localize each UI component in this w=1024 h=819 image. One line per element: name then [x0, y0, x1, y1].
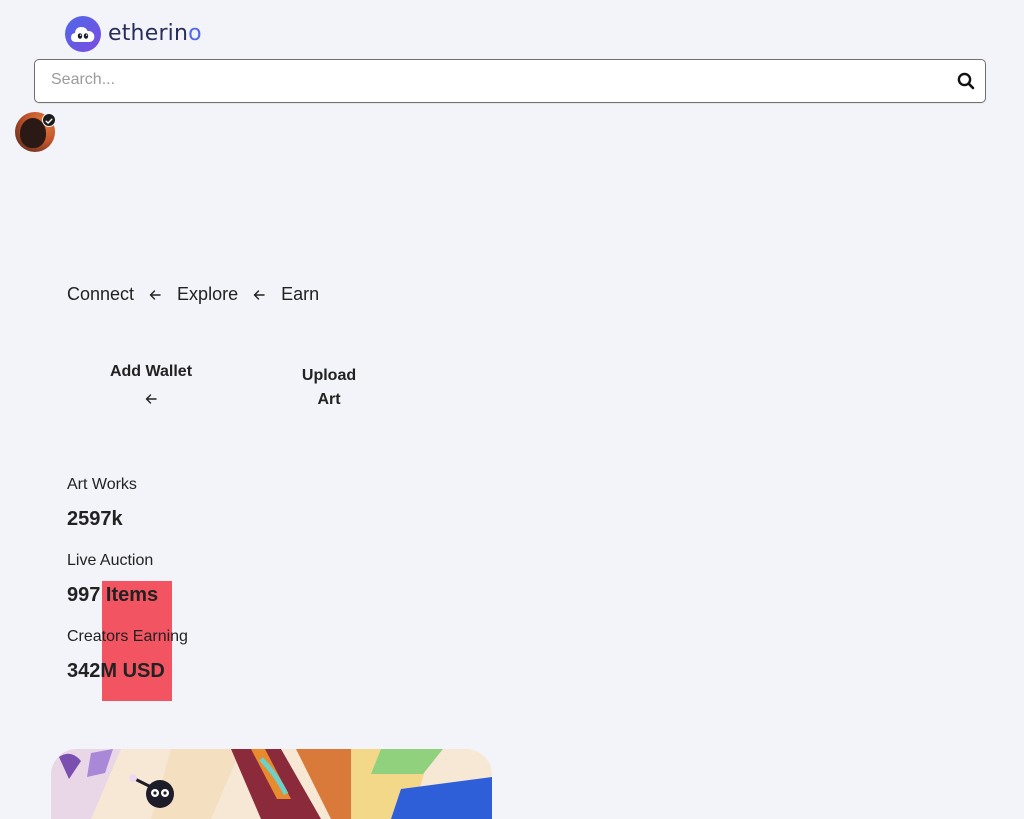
- arrow-left-icon: [145, 394, 157, 404]
- brand-name-main: etherin: [108, 21, 189, 46]
- search-bar: [34, 59, 986, 103]
- verified-check-icon: [42, 113, 56, 127]
- stat-label-creators-earning: Creators Earning: [67, 628, 188, 645]
- brand-name: etherino: [108, 23, 202, 45]
- logo-cloud-icon: [65, 16, 101, 52]
- stat-value-live-auction: 997 Items: [67, 584, 159, 606]
- step-earn: Earn: [281, 284, 320, 304]
- add-wallet-button[interactable]: Add Wallet: [104, 360, 198, 406]
- brand-name-accent: o: [188, 21, 202, 46]
- search-button[interactable]: [955, 70, 977, 92]
- upload-art-button[interactable]: Upload Art: [294, 364, 364, 412]
- brand-logo[interactable]: etherino: [65, 16, 202, 52]
- stat-value-creators-earning: 342M USD: [67, 660, 165, 682]
- featured-artwork-image[interactable]: [51, 749, 492, 819]
- steps-row: Connect Explore Earn: [67, 284, 319, 305]
- stat-label-live-auction: Live Auction: [67, 552, 154, 569]
- arrow-left-icon: [253, 289, 265, 300]
- upload-art-label-line1: Upload: [301, 367, 357, 384]
- search-input[interactable]: [35, 60, 915, 100]
- artwork-illustration: [51, 749, 492, 819]
- add-wallet-label: Add Wallet: [109, 363, 193, 380]
- stat-label-art-works: Art Works: [67, 476, 137, 493]
- avatar[interactable]: [15, 112, 56, 152]
- step-connect: Connect: [67, 284, 135, 304]
- upload-art-label-line2: Art: [317, 391, 341, 408]
- stat-value-art-works: 2597k: [67, 508, 123, 530]
- search-icon: [957, 72, 975, 90]
- step-explore: Explore: [177, 284, 239, 304]
- arrow-left-icon: [149, 289, 161, 300]
